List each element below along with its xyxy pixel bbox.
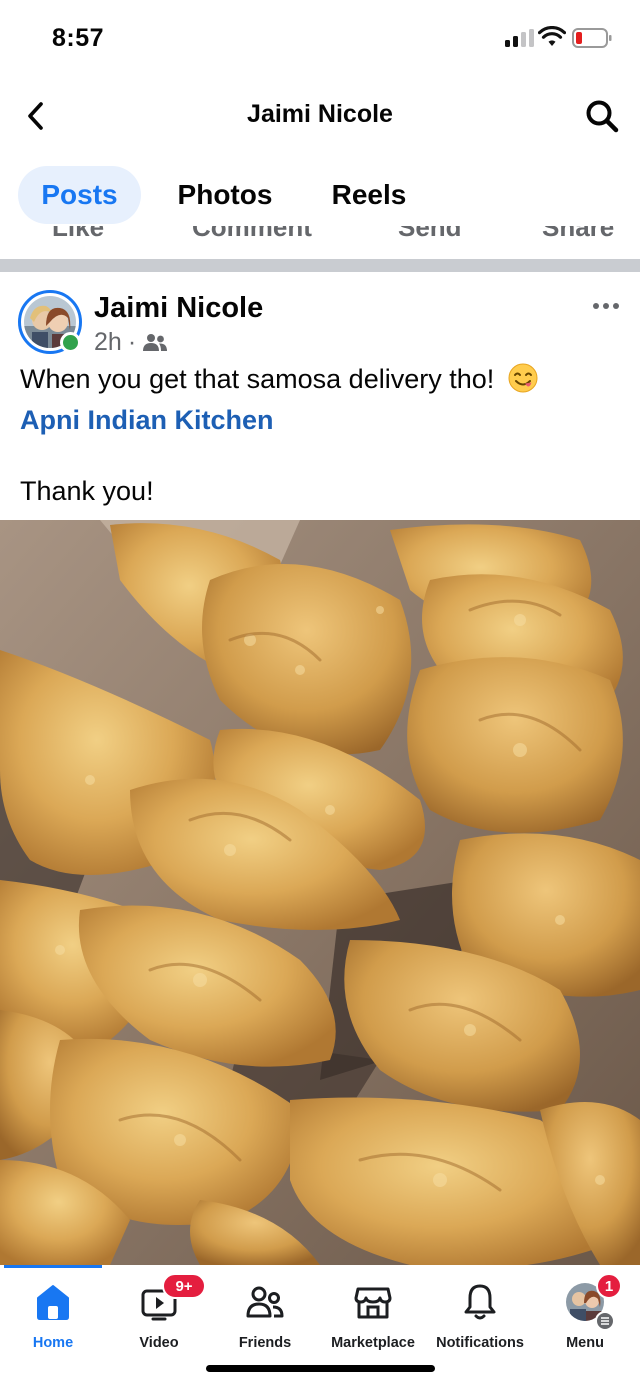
menu-badge: 1 — [596, 1273, 622, 1299]
post-text-line: When you get that samosa delivery tho! — [20, 364, 495, 394]
tab-reels[interactable]: Reels — [318, 166, 420, 224]
online-status-indicator — [60, 332, 81, 353]
more-dots-icon — [593, 303, 599, 309]
cellular-signal-icon — [505, 29, 535, 47]
nav-notifications[interactable]: Notifications — [427, 1275, 533, 1355]
search-icon — [586, 100, 619, 133]
previous-post-action-bar: Like Comment Send Share — [0, 226, 640, 243]
post-text: When you get that samosa delivery tho! A… — [20, 362, 630, 509]
comment-button[interactable]: Comment — [192, 226, 312, 243]
bell-icon — [464, 1284, 496, 1320]
search-button[interactable] — [582, 96, 622, 136]
share-button[interactable]: Share — [542, 226, 614, 243]
nav-label-friends: Friends — [238, 1335, 292, 1351]
post-text-line: Thank you! — [20, 475, 154, 506]
friends-audience-icon[interactable] — [142, 333, 168, 353]
menu-hamburger-icon — [595, 1311, 615, 1331]
nav-label-home: Home — [32, 1335, 74, 1351]
feed-divider — [0, 259, 640, 272]
profile-tabs: Posts Photos Reels — [0, 166, 640, 226]
home-icon — [37, 1285, 69, 1320]
nav-label-video: Video — [139, 1335, 179, 1351]
nav-label-menu: Menu — [566, 1335, 604, 1351]
meta-separator: · — [127, 328, 137, 356]
status-bar: 8:57 — [0, 0, 640, 72]
battery-low-icon — [572, 28, 612, 48]
friends-icon — [246, 1286, 284, 1318]
tab-photos[interactable]: Photos — [162, 166, 288, 224]
post-timestamp[interactable]: 2h — [94, 328, 122, 357]
post-author-name[interactable]: Jaimi Nicole — [94, 292, 263, 325]
nav-label-marketplace: Marketplace — [331, 1335, 415, 1351]
post-more-options-button[interactable] — [588, 296, 624, 316]
nav-marketplace[interactable]: Marketplace — [320, 1275, 426, 1355]
page-title: Jaimi Nicole — [247, 100, 393, 128]
nav-video[interactable]: 9+ Video — [106, 1273, 212, 1355]
active-tab-indicator — [4, 1265, 102, 1268]
marketplace-icon — [354, 1287, 392, 1319]
nav-label-notifications: Notifications — [436, 1335, 524, 1351]
like-button[interactable]: Like — [52, 226, 104, 243]
status-time: 8:57 — [52, 24, 105, 52]
facebook-profile-screen: 8:57 Jaimi Nicole Posts Photos Reels Lik… — [0, 0, 640, 1386]
post-meta: 2h · — [94, 328, 168, 357]
post-header: Jaimi Nicole 2h · — [0, 282, 640, 362]
wifi-icon — [538, 26, 566, 46]
nav-home[interactable]: Home — [0, 1275, 106, 1355]
nav-friends[interactable]: Friends — [212, 1275, 318, 1355]
tab-posts[interactable]: Posts — [18, 166, 141, 224]
send-button[interactable]: Send — [398, 226, 462, 243]
yum-face-emoji-icon — [508, 363, 538, 403]
post-photo-samosas[interactable] — [0, 520, 640, 1265]
nav-menu[interactable]: 1 Menu — [532, 1273, 638, 1355]
post-tagged-page-link[interactable]: Apni Indian Kitchen — [20, 403, 630, 439]
profile-header: Jaimi Nicole — [0, 84, 640, 148]
video-badge: 9+ — [162, 1273, 206, 1299]
home-indicator[interactable] — [206, 1365, 435, 1372]
